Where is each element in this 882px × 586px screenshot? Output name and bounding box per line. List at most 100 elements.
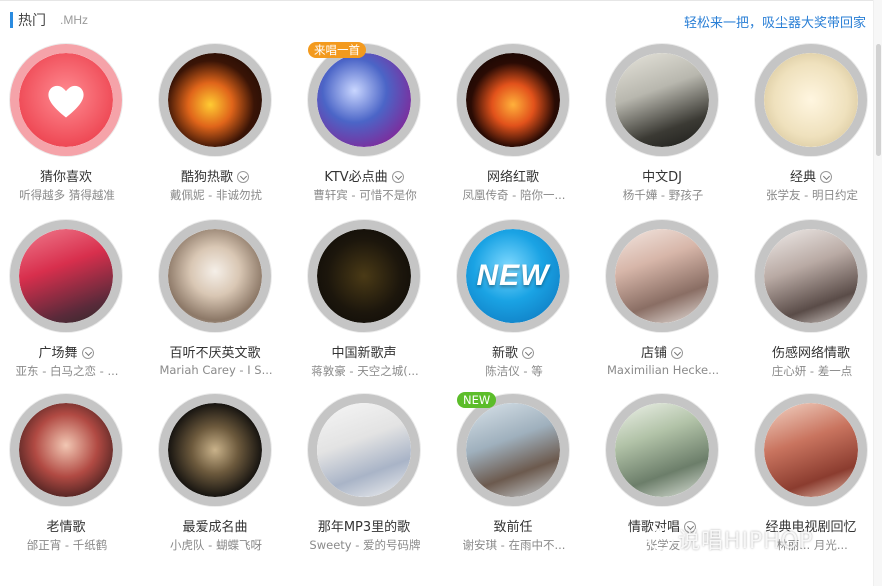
station-cover[interactable] (606, 220, 718, 332)
cover-art (168, 403, 262, 497)
station-cover[interactable] (606, 44, 718, 156)
cover-art (764, 403, 858, 497)
tile-label: 中文DJ (642, 170, 682, 185)
radio-tile[interactable]: NEW 致前任 谢安琪 - 在雨中不... (452, 392, 600, 564)
tile-label-row: 酷狗热歌 (154, 166, 276, 185)
heart-icon (48, 85, 84, 118)
accent-bar (10, 12, 13, 28)
cover-art (466, 403, 560, 497)
tile-label-row: 百听不厌英文歌 (154, 342, 276, 361)
section-subtitle: .MHz (60, 13, 88, 27)
tile-subtitle: 蒋敦豪 - 天空之城(... (311, 364, 419, 378)
tile-label: 最爱成名曲 (182, 520, 248, 535)
station-cover[interactable] (308, 220, 420, 332)
station-cover[interactable] (308, 44, 420, 156)
radio-tile[interactable]: 最爱成名曲 小虎队 - 蝴蝶飞呀 (154, 394, 302, 564)
radio-tile[interactable]: 店铺 Maximilian Hecke... (601, 220, 749, 390)
station-cover[interactable] (606, 394, 718, 506)
station-cover[interactable]: NEW (457, 220, 569, 332)
radio-tile[interactable]: 那年MP3里的歌 Sweety - 爱的号码牌 (303, 394, 451, 564)
tile-label: 百听不厌英文歌 (169, 346, 261, 361)
tile-label: 网络红歌 (486, 170, 539, 185)
radio-tile[interactable]: NEW 新歌陈洁仪 - 等 (452, 220, 600, 390)
station-cover[interactable] (159, 44, 271, 156)
cover-art (764, 229, 858, 323)
radio-tile[interactable]: 网络红歌凤凰传奇 - 陪你一... (452, 44, 600, 214)
tile-label-row: 中文DJ (601, 166, 723, 185)
chevron-down-icon[interactable] (820, 171, 832, 183)
cover-art (317, 403, 411, 497)
tile-subtitle: 凤凰传奇 - 陪你一... (462, 188, 566, 202)
tile-label-row: 广场舞 (5, 342, 127, 361)
radio-tile[interactable]: 中文DJ 杨千嬅 - 野孩子 (601, 44, 749, 214)
tile-subtitle: 杨千嬅 - 野孩子 (622, 188, 704, 202)
chevron-down-icon[interactable] (522, 347, 534, 359)
tile-label-row: 致前任 (452, 516, 574, 535)
tile-subtitle: 张学友 - 明日约定 (766, 188, 858, 202)
tile-label: 新歌 (491, 346, 518, 361)
tile-label-row: 伤感网络情歌 (750, 342, 872, 361)
tile-subtitle: 亚东 - 白马之恋 - ... (15, 364, 119, 378)
promo-link[interactable]: 轻松来一把，吸尘器大奖带回家 (684, 12, 866, 31)
tile-subtitle: Mariah Carey - I S... (159, 363, 273, 377)
tile-label-row: 那年MP3里的歌 (303, 516, 425, 535)
tile-subtitle: 听得越多 猜得越准 (19, 188, 115, 202)
section-header: 热门 .MHz 轻松来一把，吸尘器大奖带回家 (0, 0, 872, 40)
station-cover[interactable] (159, 220, 271, 332)
chevron-down-icon[interactable] (391, 171, 404, 183)
radio-tile[interactable]: 来唱一首 KTV必点曲曹轩宾 - 可惜不是你 (303, 42, 451, 214)
tile-subtitle: 庄心妍 - 差一点 (771, 364, 853, 378)
tile-badge: 来唱一首 (308, 42, 366, 58)
tile-label-row: 新歌 (452, 342, 574, 361)
cover-art (615, 53, 709, 147)
cover-art (764, 53, 858, 147)
tile-label: 致前任 (493, 520, 533, 535)
station-cover[interactable] (457, 394, 569, 506)
tile-subtitle: 曹轩宾 - 可惜不是你 (313, 188, 417, 202)
radio-tile[interactable]: 广场舞亚东 - 白马之恋 - ... (5, 220, 153, 390)
station-cover[interactable] (755, 44, 867, 156)
cover-art (615, 403, 709, 497)
chevron-down-icon[interactable] (671, 347, 683, 359)
chevron-down-icon[interactable] (81, 347, 94, 359)
cover-art (168, 53, 262, 147)
radio-tile[interactable]: 经典张学友 - 明日约定 (750, 44, 882, 214)
station-cover[interactable] (755, 394, 867, 506)
tile-label: 广场舞 (38, 346, 78, 361)
cover-art (19, 53, 113, 147)
station-cover[interactable] (10, 394, 122, 506)
tile-label-row: 老情歌 (5, 516, 127, 535)
tile-label: 店铺 (640, 346, 667, 361)
cover-art (168, 229, 262, 323)
cover-art (19, 403, 113, 497)
cover-art (317, 53, 411, 147)
tile-label-row: 网络红歌 (452, 166, 574, 185)
tile-subtitle: 戴佩妮 - 非诚勿扰 (170, 188, 262, 202)
radio-tile[interactable]: 伤感网络情歌庄心妍 - 差一点 (750, 220, 882, 390)
radio-tile[interactable]: 猜你喜欢听得越多 猜得越准 (5, 44, 153, 214)
radio-tile[interactable]: 百听不厌英文歌 Mariah Carey - I S... (154, 220, 302, 390)
station-cover[interactable] (308, 394, 420, 506)
station-cover[interactable] (159, 394, 271, 506)
watermark: 说唱HIPHOP (648, 523, 813, 555)
station-cover[interactable] (755, 220, 867, 332)
tile-label-row: 猜你喜欢 (5, 166, 127, 185)
cover-text: NEW (476, 259, 550, 292)
radio-tile[interactable]: 中国新歌声蒋敦豪 - 天空之城(... (303, 220, 451, 390)
tile-label: 中国新歌声 (331, 346, 397, 361)
station-cover[interactable] (10, 44, 122, 156)
station-cover[interactable] (457, 44, 569, 156)
station-cover[interactable] (10, 220, 122, 332)
tile-label-row: 经典 (750, 166, 872, 185)
radio-tile[interactable]: 老情歌 邰正宵 - 千纸鹤 (5, 394, 153, 564)
tile-subtitle: 谢安琪 - 在雨中不... (462, 538, 566, 552)
tile-subtitle: 陈洁仪 - 等 (485, 364, 543, 378)
cover-art (19, 229, 113, 323)
tile-label: KTV必点曲 (324, 170, 388, 185)
tile-subtitle: Maximilian Hecke... (606, 363, 720, 377)
tile-label-row: 店铺 (601, 342, 723, 361)
radio-tile[interactable]: 酷狗热歌戴佩妮 - 非诚勿扰 (154, 44, 302, 214)
cover-art (466, 53, 560, 147)
cover-art (615, 229, 709, 323)
chevron-down-icon[interactable] (237, 171, 249, 183)
